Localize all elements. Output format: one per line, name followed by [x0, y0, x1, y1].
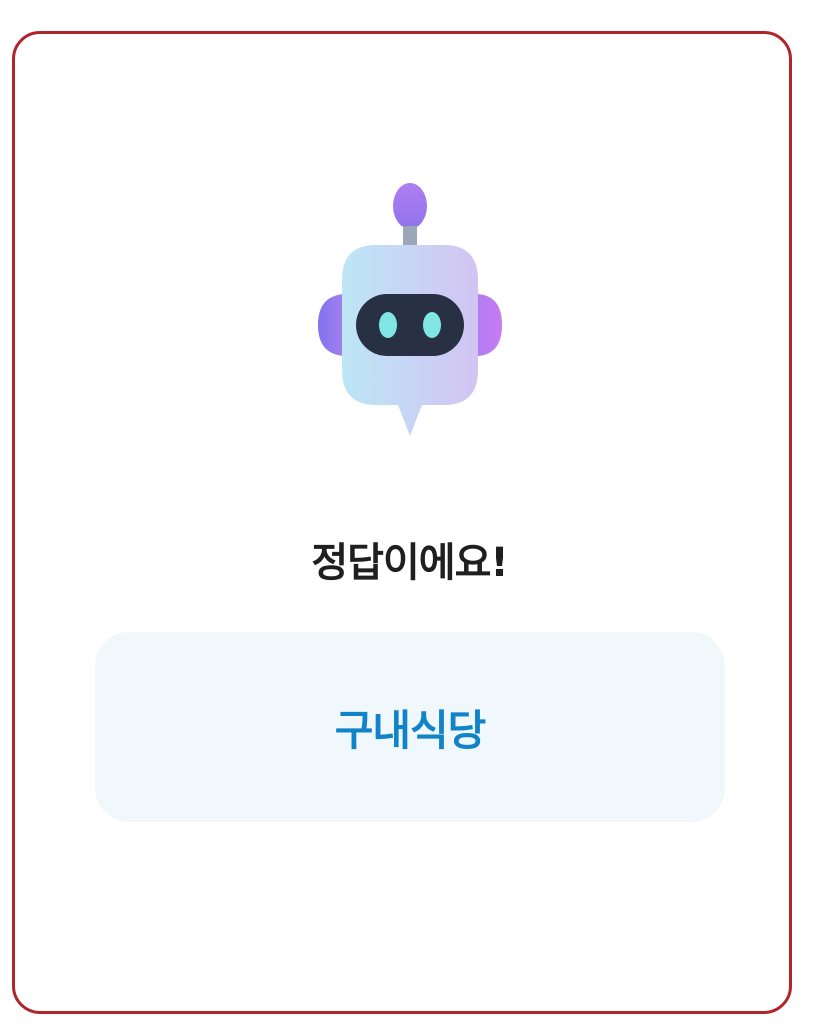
result-title: 정답이에요! — [311, 540, 508, 586]
result-card — [12, 31, 792, 1014]
robot-chat-icon — [318, 183, 502, 436]
answer-text: 구내식당 — [334, 705, 487, 755]
answer-box: 구내식당 — [95, 632, 725, 822]
